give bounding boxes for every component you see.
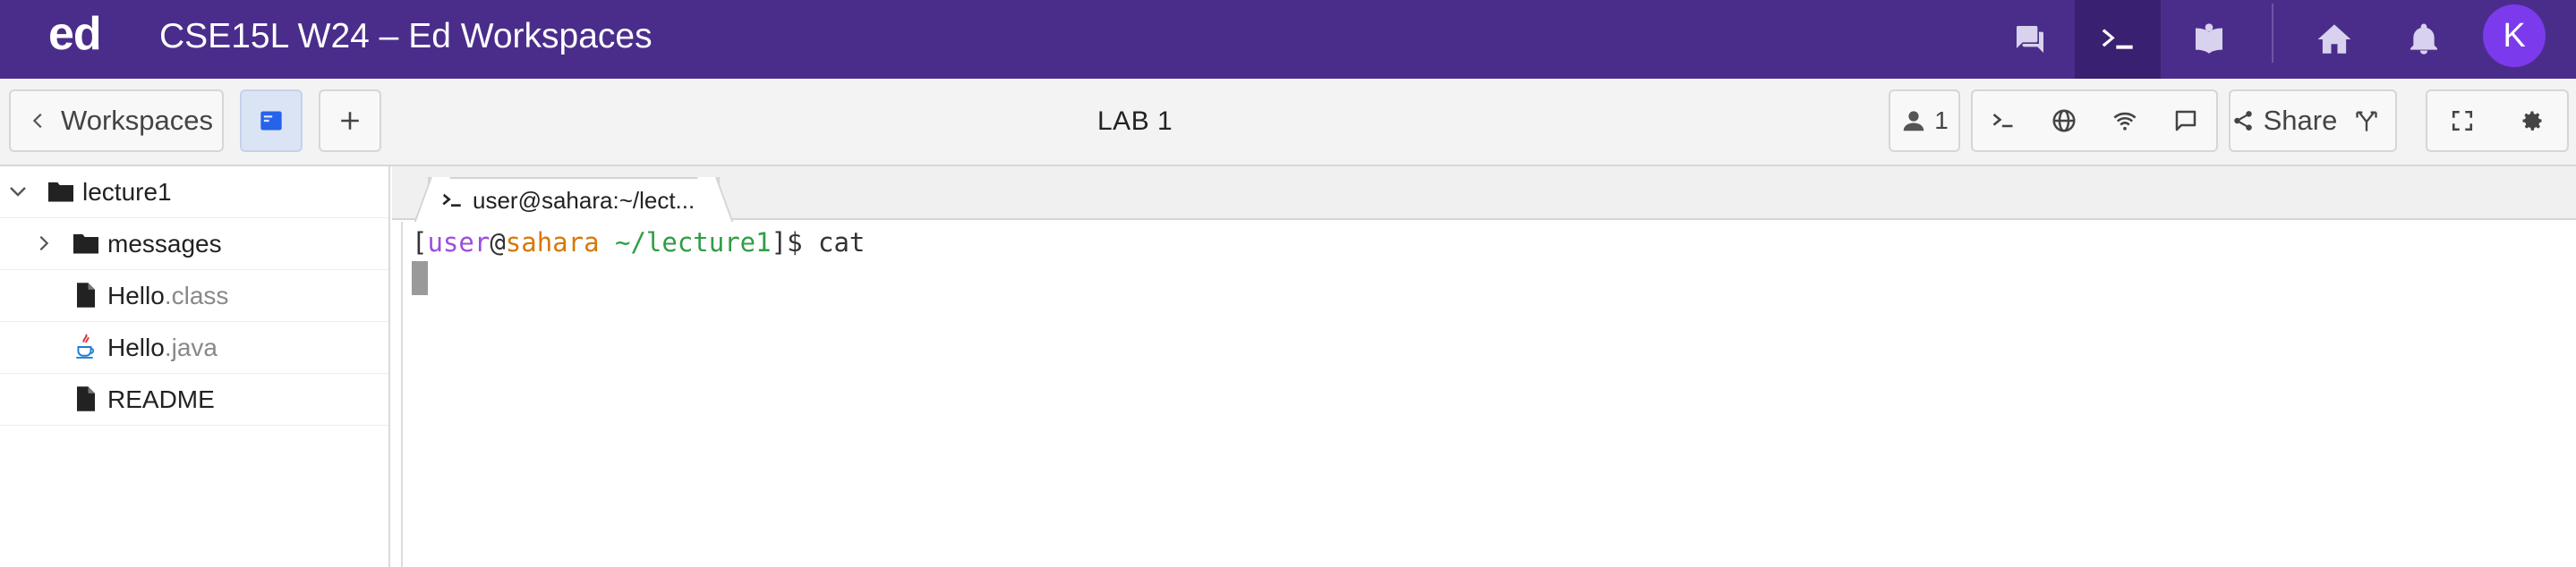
share-button-group: Share — [2229, 89, 2397, 152]
connected-users-button[interactable]: 1 — [1889, 89, 1960, 152]
workspaces-back-button[interactable]: Workspaces — [9, 89, 224, 152]
header-separator — [2272, 4, 2273, 63]
terminal-output[interactable]: [user@sahara ~/lecture1]$ cat — [401, 222, 2567, 567]
folder-icon — [47, 179, 75, 204]
tree-item-label: Hello.class — [107, 282, 229, 309]
users-count: 1 — [1934, 106, 1949, 134]
tree-item-label: messages — [107, 230, 222, 258]
tree-item-lecture1[interactable]: lecture1 — [0, 166, 388, 218]
tree-item-hello-java[interactable]: Hello.java — [0, 322, 388, 374]
share-icon — [2233, 111, 2252, 131]
fork-icon — [2356, 111, 2377, 131]
add-button[interactable] — [319, 89, 381, 152]
bell-icon[interactable] — [2381, 0, 2467, 79]
workspace-title: LAB 1 — [1097, 106, 1173, 136]
sidebar-panel-icon — [260, 111, 282, 131]
tree-item-messages[interactable]: messages — [0, 218, 388, 270]
tree-item-hello-class[interactable]: Hello.class — [0, 270, 388, 322]
lessons-icon[interactable] — [2166, 0, 2252, 79]
terminal-tab[interactable]: user@sahara:~/lect... — [428, 177, 720, 222]
tree-item-label: README — [107, 385, 215, 413]
chevron-left-icon — [32, 113, 42, 129]
ed-logo[interactable]: ed — [48, 7, 102, 61]
discussion-icon[interactable] — [1987, 0, 2073, 79]
java-icon — [73, 333, 97, 361]
fullscreen-button[interactable] — [2427, 91, 2497, 150]
chat-icon — [2175, 110, 2196, 131]
web-preview-button[interactable] — [2034, 91, 2094, 150]
user-avatar[interactable]: K — [2483, 4, 2546, 67]
plus-icon — [341, 112, 359, 130]
settings-button[interactable] — [2497, 91, 2567, 150]
toggle-sidebar-button[interactable] — [240, 89, 303, 152]
terminal-tool-button[interactable] — [1973, 91, 2034, 150]
globe-icon — [2052, 109, 2076, 132]
share-button[interactable]: Share — [2231, 91, 2338, 150]
top-bar: ed CSE15L W24 – Ed Workspaces K — [0, 0, 2576, 79]
shell-prompt-line: [user@sahara ~/lecture1]$ cat — [412, 227, 866, 258]
workspace-toolbar: Workspaces LAB 1 1 Share — [0, 79, 2576, 166]
home-icon[interactable] — [2291, 0, 2377, 79]
fork-button[interactable] — [2338, 91, 2395, 150]
workspaces-label: Workspaces — [61, 105, 213, 136]
editor-tab-strip: user@sahara:~/lect... — [392, 166, 2576, 222]
gear-icon — [2522, 111, 2542, 131]
terminal-tab-label: user@sahara:~/lect... — [473, 186, 695, 214]
fullscreen-icon — [2452, 110, 2473, 131]
file-tree: lecture1 messages Hello.class Hello.java… — [0, 166, 390, 567]
folder-icon — [72, 231, 100, 256]
user-icon — [1903, 111, 1924, 131]
chevron-right-icon[interactable] — [34, 231, 54, 256]
wifi-icon — [2113, 112, 2137, 131]
chat-button[interactable] — [2155, 91, 2216, 150]
file-icon — [75, 282, 97, 309]
tree-item-label: Hello.java — [107, 334, 218, 361]
view-button-group — [2426, 89, 2569, 152]
terminal-icon[interactable] — [2075, 0, 2161, 79]
terminal-command: cat — [818, 227, 866, 258]
network-button[interactable] — [2094, 91, 2155, 150]
tree-item-label: lecture1 — [82, 178, 172, 206]
tools-button-group — [1971, 89, 2218, 152]
terminal-prompt-icon — [442, 193, 461, 207]
terminal-prompt-icon — [1992, 114, 2013, 128]
tree-item-readme[interactable]: README — [0, 374, 388, 426]
terminal-cursor — [412, 261, 428, 295]
share-label: Share — [2263, 105, 2338, 136]
file-icon — [75, 385, 97, 412]
chevron-down-icon[interactable] — [7, 179, 29, 204]
app-title: CSE15L W24 – Ed Workspaces — [159, 17, 653, 55]
